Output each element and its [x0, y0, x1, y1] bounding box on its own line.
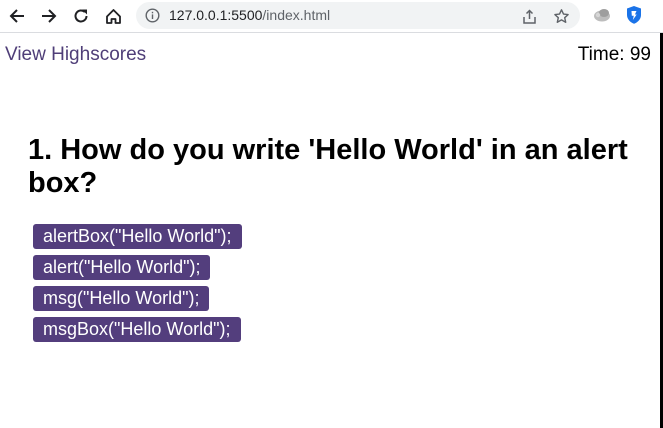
answer-button[interactable]: msg("Hello World");	[33, 286, 210, 311]
info-icon	[145, 8, 160, 23]
share-button[interactable]	[519, 6, 539, 26]
share-icon	[522, 8, 536, 24]
shield-extension-button[interactable]	[623, 4, 645, 26]
url-path: /index.html	[262, 7, 331, 23]
back-icon	[9, 9, 24, 23]
bookmark-button[interactable]	[551, 6, 571, 26]
site-info-button[interactable]	[144, 7, 161, 24]
home-button[interactable]	[100, 3, 126, 29]
back-button[interactable]	[4, 3, 30, 29]
answer-list: alertBox("Hello World"); alert("Hello Wo…	[33, 224, 242, 342]
address-bar[interactable]: 127.0.0.1:5500/index.html	[136, 2, 580, 29]
browser-toolbar: 127.0.0.1:5500/index.html	[0, 0, 663, 33]
reload-button[interactable]	[68, 3, 94, 29]
reload-icon	[74, 9, 88, 23]
view-highscores-link[interactable]: View Highscores	[5, 44, 146, 66]
forward-button[interactable]	[36, 3, 62, 29]
url-host: 127.0.0.1:5500	[169, 7, 263, 23]
question-text: 1. How do you write 'Hello World' in an …	[28, 134, 628, 199]
star-icon	[553, 8, 569, 23]
url-text[interactable]: 127.0.0.1:5500/index.html	[169, 7, 330, 23]
extension-icon	[594, 9, 610, 22]
timer: Time: 99	[578, 44, 651, 66]
timer-value: 99	[629, 44, 651, 65]
forward-icon	[42, 9, 57, 23]
home-icon	[105, 8, 121, 24]
shield-extension-icon	[627, 6, 641, 24]
answer-button[interactable]: alert("Hello World");	[33, 255, 211, 280]
page-viewport: View Highscores Time: 99 1. How do you wr…	[0, 33, 660, 428]
answer-button[interactable]: alertBox("Hello World");	[33, 224, 242, 249]
answer-button[interactable]: msgBox("Hello World");	[33, 317, 241, 342]
timer-label: Time:	[577, 44, 625, 65]
extension-button[interactable]	[591, 4, 613, 26]
